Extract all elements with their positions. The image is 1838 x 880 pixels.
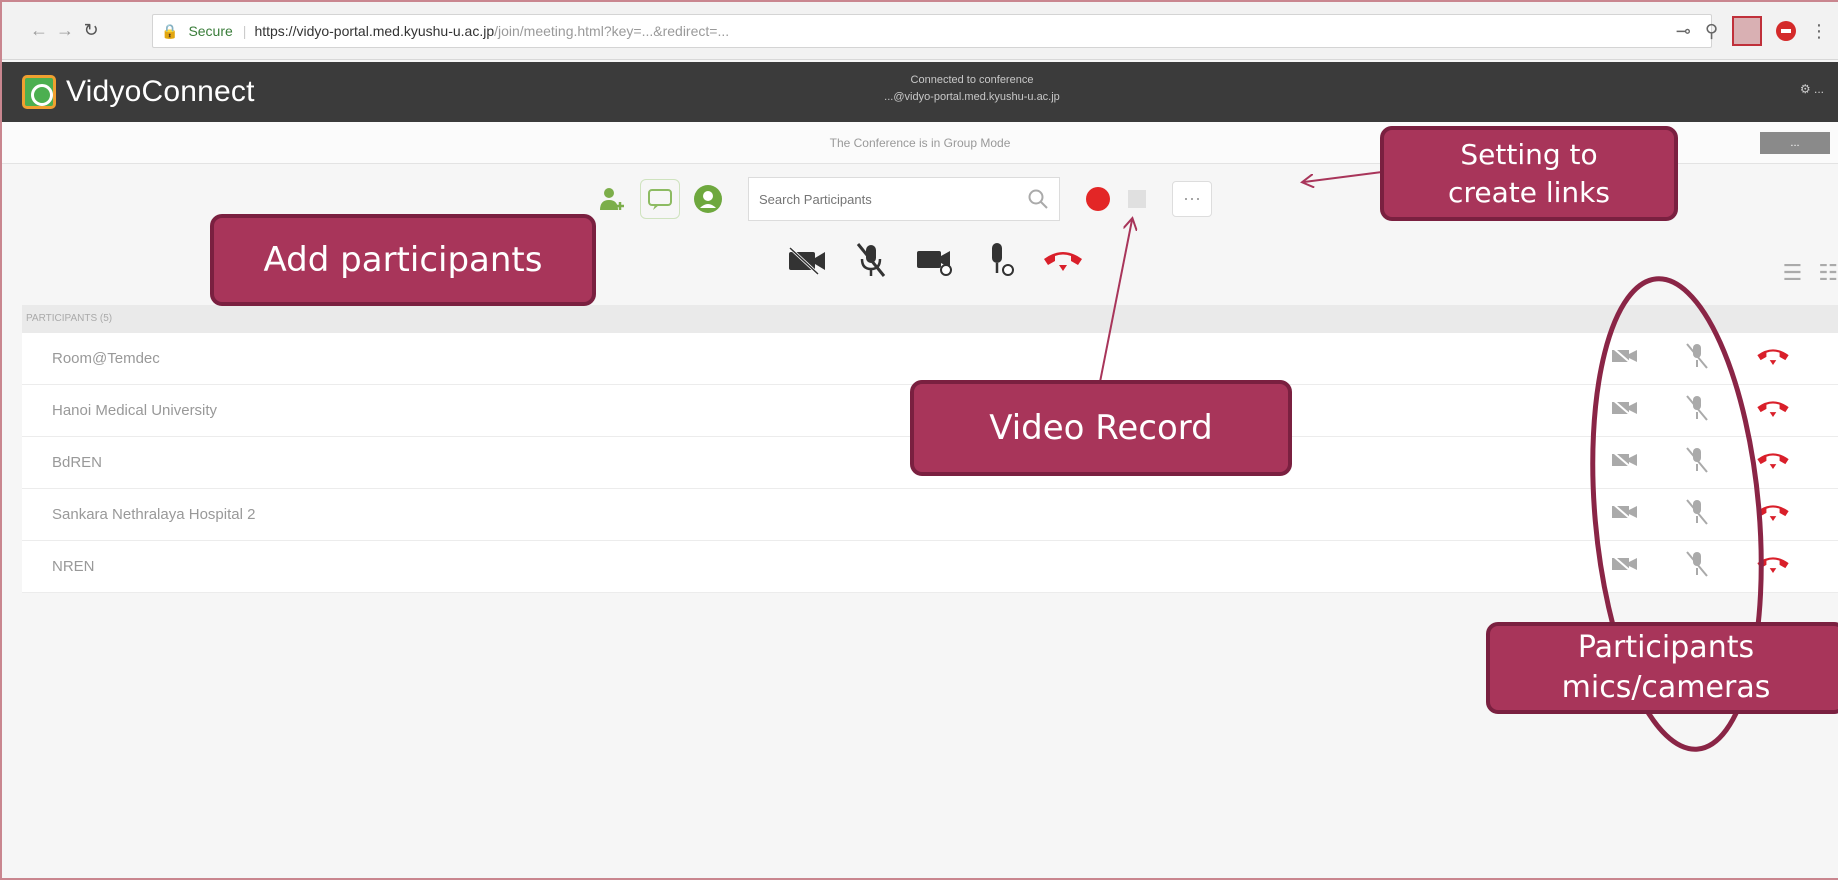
adblock-icon[interactable] xyxy=(1776,21,1796,41)
participant-name: Sankara Nethralaya Hospital 2 xyxy=(52,506,256,523)
more-options-button[interactable]: ··· xyxy=(1172,181,1212,217)
camera-off-icon xyxy=(788,246,825,276)
zoom-icon[interactable]: ⚲ xyxy=(1705,21,1718,42)
user-menu[interactable]: ⚙ ... xyxy=(1800,82,1824,96)
search-participants[interactable] xyxy=(748,177,1060,221)
participant-mic-icon[interactable] xyxy=(1684,549,1710,579)
mic-off-button[interactable] xyxy=(846,238,896,282)
detail-view-icon[interactable]: ☷ xyxy=(1818,260,1838,286)
participant-camera-icon[interactable] xyxy=(1610,397,1640,419)
mic-settings-icon xyxy=(992,243,1014,276)
record-button[interactable] xyxy=(1086,187,1110,211)
participant-controls xyxy=(1610,393,1792,423)
participant-camera-icon[interactable] xyxy=(1610,501,1640,523)
participant-camera-icon[interactable] xyxy=(1610,553,1640,575)
key-icon[interactable]: ⊸ xyxy=(1676,21,1691,42)
settings-icon[interactable]: ⚙ xyxy=(1800,82,1811,96)
mode-toggle[interactable]: ... xyxy=(1760,132,1830,154)
chat-button[interactable] xyxy=(640,179,680,219)
conference-status-text: Connected to conference xyxy=(910,74,1034,86)
camera-off-button[interactable] xyxy=(782,238,832,282)
address-bar[interactable]: 🔒 Secure | https://vidyo-portal.med.kyus… xyxy=(152,14,1712,48)
callout-create-links: Setting to create links xyxy=(1380,126,1678,221)
contact-icon xyxy=(694,185,722,213)
participant-controls xyxy=(1610,341,1792,371)
brand-name: VidyoConnect xyxy=(66,75,255,108)
view-toggle: ☰ ☷ xyxy=(1783,260,1838,286)
participant-controls xyxy=(1610,549,1792,579)
participant-controls xyxy=(1610,445,1792,475)
vidyo-logo-icon xyxy=(22,75,56,109)
share-button[interactable] xyxy=(1128,190,1146,208)
search-input[interactable] xyxy=(759,191,1027,207)
participant-camera-icon[interactable] xyxy=(1610,449,1640,471)
url-host: https://vidyo-portal.med.kyushu-u.ac.jp xyxy=(254,23,495,39)
group-mode-text: The Conference is in Group Mode xyxy=(829,136,1011,150)
camera-settings-button[interactable] xyxy=(910,238,960,282)
add-user-icon xyxy=(600,188,624,210)
callout-mics-line1: Participants xyxy=(1577,630,1755,665)
media-controls xyxy=(782,238,1088,282)
back-icon[interactable]: ← xyxy=(26,20,52,41)
participant-hangup-icon[interactable] xyxy=(1754,342,1792,370)
participant-hangup-icon[interactable] xyxy=(1754,446,1792,474)
participant-row[interactable]: Room@Temdec xyxy=(22,333,1838,385)
conference-toolbar: ··· xyxy=(592,177,1212,221)
participant-row[interactable]: Sankara Nethralaya Hospital 2 xyxy=(22,489,1838,541)
forward-icon[interactable]: → xyxy=(52,20,78,41)
participant-controls xyxy=(1610,497,1792,527)
secure-label: Secure xyxy=(188,23,233,39)
mic-off-icon xyxy=(856,243,886,277)
hangup-icon xyxy=(1044,252,1082,271)
separator: | xyxy=(242,23,247,39)
conference-address: ...@vidyo-portal.med.kyushu-u.ac.jp xyxy=(884,91,1060,103)
participant-mic-icon[interactable] xyxy=(1684,393,1710,423)
add-participant-button[interactable] xyxy=(592,179,632,219)
callout-create-links-line2: create links xyxy=(1448,175,1610,209)
participant-row[interactable]: NREN xyxy=(22,541,1838,593)
participant-name: Hanoi Medical University xyxy=(52,402,218,419)
self-view-button[interactable] xyxy=(688,179,728,219)
participant-name: Room@Temdec xyxy=(52,350,160,367)
hangup-button[interactable] xyxy=(1038,238,1088,282)
camera-settings-icon xyxy=(917,251,952,276)
mic-settings-button[interactable] xyxy=(974,238,1024,282)
url-path: /join/meeting.html?key=...&redirect=... xyxy=(494,23,730,39)
browser-toolbar: ← → ↻ 🔒 Secure | https://vidyo-portal.me… xyxy=(2,2,1838,60)
screenshot-frame: ← → ↻ 🔒 Secure | https://vidyo-portal.me… xyxy=(0,0,1838,880)
callout-add-participants-text: Add participants xyxy=(263,240,543,280)
participant-hangup-icon[interactable] xyxy=(1754,498,1792,526)
conference-status: Connected to conference ...@vidyo-portal… xyxy=(762,72,1182,106)
participant-mic-icon[interactable] xyxy=(1684,445,1710,475)
links-arrow xyxy=(1304,171,1383,182)
callout-add-participants: Add participants xyxy=(210,214,596,306)
participant-name: BdREN xyxy=(52,454,103,471)
callout-create-links-line1: Setting to xyxy=(1460,137,1598,171)
search-icon[interactable] xyxy=(1027,188,1049,210)
participant-hangup-icon[interactable] xyxy=(1754,394,1792,422)
participant-mic-icon[interactable] xyxy=(1684,341,1710,371)
callout-video-record: Video Record xyxy=(910,380,1292,476)
lock-icon: 🔒 xyxy=(161,22,179,39)
extension-icon[interactable] xyxy=(1732,16,1762,46)
participant-mic-icon[interactable] xyxy=(1684,497,1710,527)
list-view-icon[interactable]: ☰ xyxy=(1783,260,1803,286)
app-header: VidyoConnect Connected to conference ...… xyxy=(2,62,1838,122)
participant-camera-icon[interactable] xyxy=(1610,345,1640,367)
participant-name: NREN xyxy=(52,558,95,575)
callout-participants-mics: Participants mics/cameras xyxy=(1486,622,1838,714)
reload-icon[interactable]: ↻ xyxy=(78,20,104,41)
extension-icons: ⊸ ⚲ ⋮ xyxy=(1676,16,1828,46)
participants-header: PARTICIPANTS (5) xyxy=(22,305,1838,333)
callout-mics-line2: mics/cameras xyxy=(1561,670,1771,705)
participant-hangup-icon[interactable] xyxy=(1754,550,1792,578)
user-label: ... xyxy=(1813,82,1824,96)
menu-icon[interactable]: ⋮ xyxy=(1810,21,1828,42)
chat-icon xyxy=(648,189,672,210)
callout-video-record-text: Video Record xyxy=(989,408,1213,448)
